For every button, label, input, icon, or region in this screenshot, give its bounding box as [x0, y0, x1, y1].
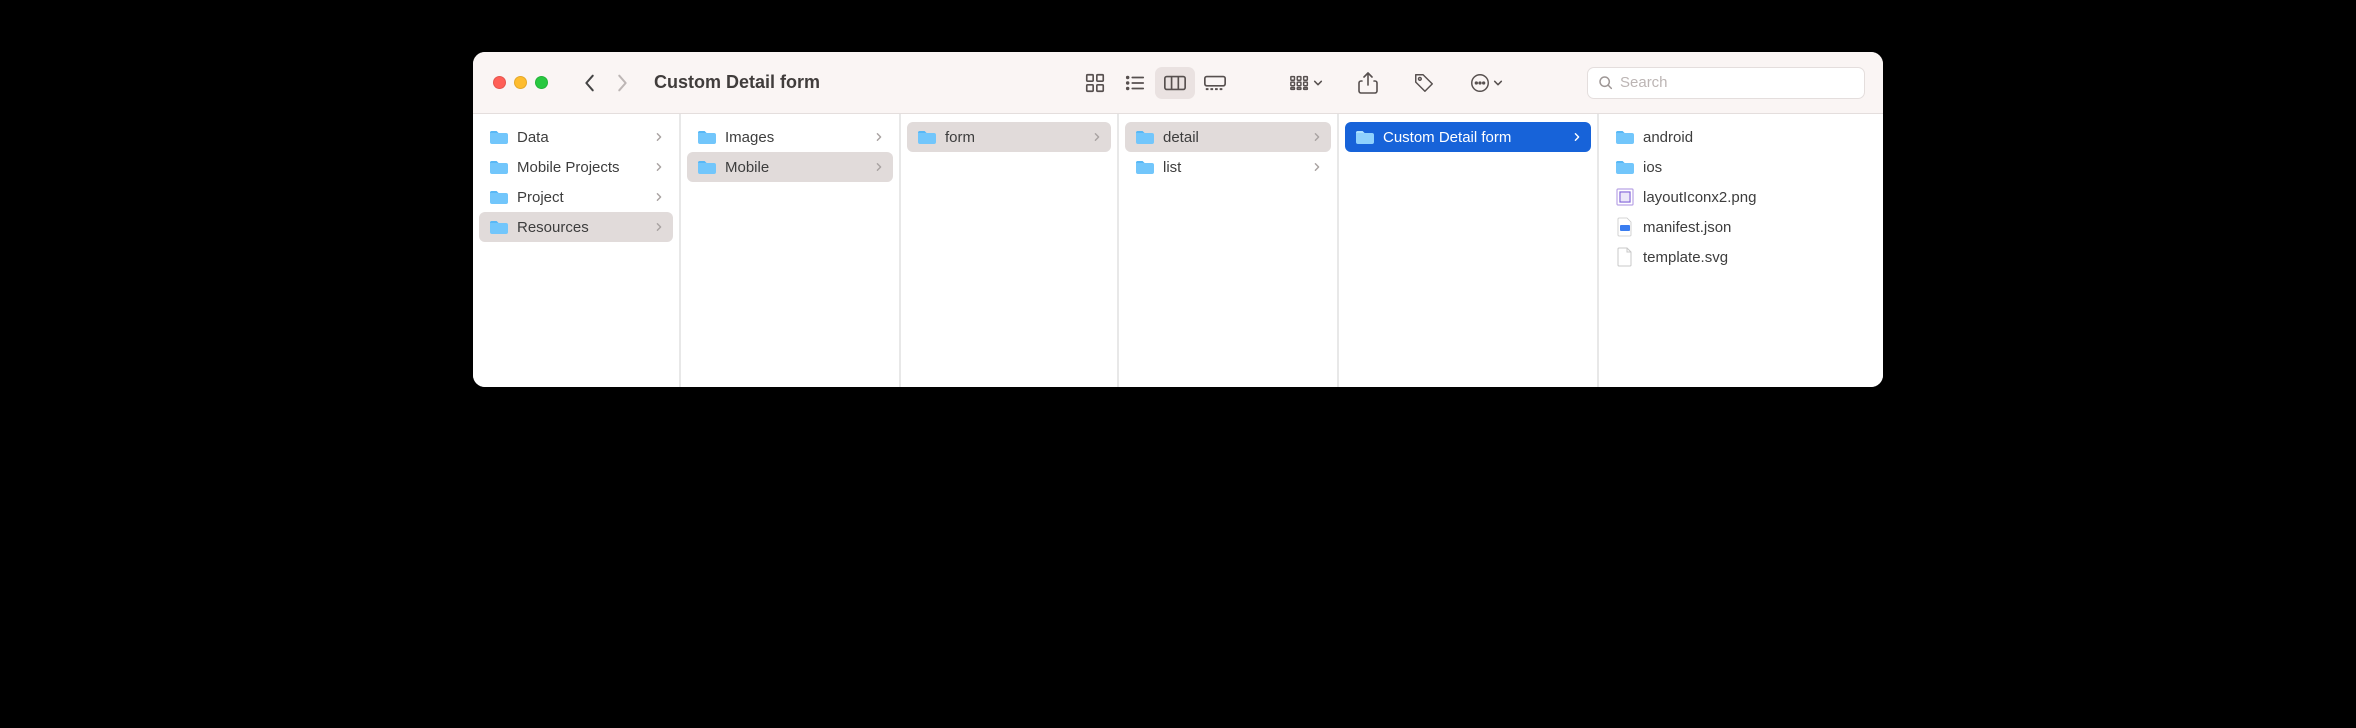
chevron-right-icon: [653, 162, 665, 172]
folder-icon: [489, 129, 509, 145]
share-icon: [1358, 72, 1378, 94]
chevron-left-icon: [582, 72, 598, 94]
chevron-right-icon: [873, 162, 885, 172]
list-item[interactable]: form: [907, 122, 1111, 152]
column-0: Data Mobile Projects Project Resources: [473, 114, 681, 387]
gallery-icon: [1203, 74, 1227, 92]
chevron-right-icon: [653, 132, 665, 142]
ellipsis-circle-icon: [1469, 72, 1491, 94]
icon-view-button[interactable]: [1075, 67, 1115, 99]
folder-icon: [1135, 129, 1155, 145]
file-icon: [1615, 247, 1635, 267]
minimize-button[interactable]: [514, 76, 527, 89]
item-label: list: [1163, 159, 1303, 176]
item-label: Custom Detail form: [1383, 129, 1563, 146]
chevron-down-icon: [1313, 78, 1323, 88]
chevron-down-icon: [1493, 78, 1503, 88]
item-label: Resources: [517, 219, 645, 236]
list-item[interactable]: detail: [1125, 122, 1331, 152]
list-item[interactable]: Resources: [479, 212, 673, 242]
folder-icon: [489, 159, 509, 175]
folder-icon: [1135, 159, 1155, 175]
column-2: form: [901, 114, 1119, 387]
chevron-right-icon: [1571, 132, 1583, 142]
column-view-button[interactable]: [1155, 67, 1195, 99]
folder-icon: [1355, 129, 1375, 145]
group-by-button[interactable]: [1283, 66, 1329, 100]
column-browser: Data Mobile Projects Project Resources Image…: [473, 114, 1883, 387]
folder-icon: [917, 129, 937, 145]
item-label: form: [945, 129, 1083, 146]
list-item[interactable]: layoutIconx2.png: [1605, 182, 1877, 212]
column-5: android ios layoutIconx2.png manifest.json t…: [1599, 114, 1883, 387]
item-label: template.svg: [1643, 249, 1869, 266]
list-item[interactable]: Mobile Projects: [479, 152, 673, 182]
chevron-right-icon: [1311, 162, 1323, 172]
search-icon: [1598, 75, 1614, 91]
folder-icon: [1615, 129, 1635, 145]
chevron-right-icon: [653, 222, 665, 232]
list-item[interactable]: Project: [479, 182, 673, 212]
item-label: Project: [517, 189, 645, 206]
fullscreen-button[interactable]: [535, 76, 548, 89]
list-item[interactable]: manifest.json: [1605, 212, 1877, 242]
close-button[interactable]: [493, 76, 506, 89]
tags-button[interactable]: [1407, 66, 1441, 100]
view-mode-group: [1075, 67, 1235, 99]
share-button[interactable]: [1351, 66, 1385, 100]
list-item[interactable]: template.svg: [1605, 242, 1877, 272]
list-item[interactable]: android: [1605, 122, 1877, 152]
toolbar-actions: [1283, 66, 1509, 100]
image-file-icon: [1615, 187, 1635, 207]
finder-window: Custom Detail form: [473, 52, 1883, 387]
folder-icon: [697, 129, 717, 145]
group-icon: [1289, 74, 1311, 92]
chevron-right-icon: [614, 72, 630, 94]
folder-icon: [697, 159, 717, 175]
item-label: Images: [725, 129, 865, 146]
item-label: android: [1643, 129, 1869, 146]
list-item[interactable]: Images: [687, 122, 893, 152]
item-label: Data: [517, 129, 645, 146]
column-4: Custom Detail form: [1339, 114, 1599, 387]
titlebar: Custom Detail form: [473, 52, 1883, 114]
chevron-right-icon: [1091, 132, 1103, 142]
tag-icon: [1413, 72, 1435, 94]
chevron-right-icon: [873, 132, 885, 142]
json-file-icon: [1615, 217, 1635, 237]
window-title: Custom Detail form: [654, 72, 820, 93]
traffic-lights: [493, 76, 548, 89]
gallery-view-button[interactable]: [1195, 67, 1235, 99]
list-item[interactable]: Custom Detail form: [1345, 122, 1591, 152]
item-label: detail: [1163, 129, 1303, 146]
columns-icon: [1163, 74, 1187, 92]
chevron-right-icon: [1311, 132, 1323, 142]
back-button[interactable]: [578, 72, 602, 94]
folder-icon: [1615, 159, 1635, 175]
chevron-right-icon: [653, 192, 665, 202]
column-1: Images Mobile: [681, 114, 901, 387]
item-label: Mobile Projects: [517, 159, 645, 176]
item-label: ios: [1643, 159, 1869, 176]
search-input[interactable]: [1620, 74, 1854, 91]
list-item[interactable]: ios: [1605, 152, 1877, 182]
list-view-button[interactable]: [1115, 67, 1155, 99]
more-actions-button[interactable]: [1463, 66, 1509, 100]
list-item[interactable]: Mobile: [687, 152, 893, 182]
item-label: Mobile: [725, 159, 865, 176]
item-label: layoutIconx2.png: [1643, 189, 1869, 206]
list-icon: [1124, 72, 1146, 94]
list-item[interactable]: Data: [479, 122, 673, 152]
folder-icon: [489, 219, 509, 235]
folder-icon: [489, 189, 509, 205]
item-label: manifest.json: [1643, 219, 1869, 236]
list-item[interactable]: list: [1125, 152, 1331, 182]
column-3: detail list: [1119, 114, 1339, 387]
search-field[interactable]: [1587, 67, 1865, 99]
grid-icon: [1084, 72, 1106, 94]
forward-button[interactable]: [610, 72, 634, 94]
